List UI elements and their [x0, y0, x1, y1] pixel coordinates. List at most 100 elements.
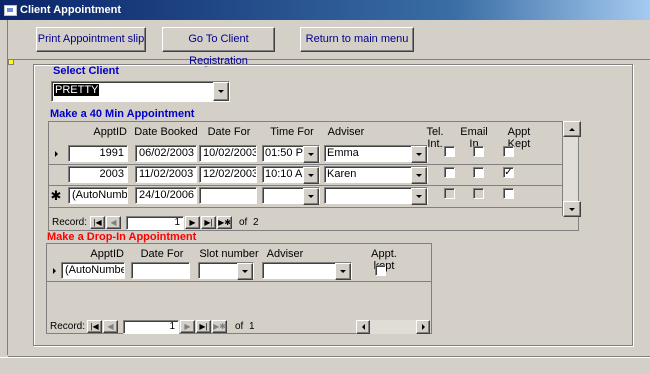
select-client-dropdown-button[interactable]	[213, 82, 229, 101]
select-client-label: Select Client	[53, 65, 120, 77]
new-record-button[interactable]: ▶✱	[217, 216, 232, 229]
first-record-button[interactable]: |◀	[90, 216, 105, 229]
appt40-header-apptid: ApptID	[93, 126, 127, 138]
scroll-up-button[interactable]	[563, 121, 581, 137]
appt40-vertical-scrollbar[interactable]	[562, 121, 581, 217]
row-divider	[49, 164, 562, 165]
next-record-button[interactable]: ▶	[180, 320, 195, 333]
arrow-up-icon	[569, 127, 575, 131]
print-appointment-slip-button[interactable]: Print Appointment slip	[36, 27, 146, 52]
appt40-header-adviser: Adviser	[327, 126, 365, 138]
table-row-date-for[interactable]	[199, 187, 257, 204]
dropin-title: Make a Drop-In Appointment	[47, 231, 197, 243]
window-title-bar: Client Appointment	[0, 0, 650, 20]
table-row-apptid[interactable]: 2003	[68, 166, 128, 183]
header-divider	[8, 59, 650, 60]
appt-kept-checkbox[interactable]	[503, 146, 514, 157]
dropin-record-number-value: 1	[169, 321, 175, 332]
dropin-adviser[interactable]	[262, 262, 352, 280]
dropin-header-slot-number: Slot number	[199, 248, 259, 260]
adviser-dropdown[interactable]	[411, 146, 427, 163]
time-for-dropdown[interactable]	[303, 188, 319, 205]
table-row-date-for[interactable]: 12/02/2003	[199, 166, 257, 183]
form-icon	[4, 5, 17, 16]
dropin-header-date-for: Date For	[140, 248, 184, 260]
table-row-apptid[interactable]: (AutoNumber)	[68, 187, 128, 204]
table-row-date-booked[interactable]: 24/10/2006	[135, 187, 197, 204]
dropin-slot-number[interactable]	[198, 262, 254, 280]
tel-int-checkbox[interactable]	[444, 146, 455, 157]
dropin-record-number[interactable]: 1	[123, 320, 179, 334]
adviser-value	[325, 188, 411, 203]
chevron-down-icon	[308, 195, 314, 198]
table-row-time-for[interactable]	[262, 187, 320, 205]
tel-int-checkbox[interactable]	[444, 167, 455, 178]
appt-kept-checkbox[interactable]: ✓	[503, 167, 514, 178]
select-client-value: PRETTY	[54, 84, 100, 96]
arrow-right-icon	[421, 324, 425, 330]
table-row-apptid[interactable]: 1991	[68, 145, 128, 162]
dropin-horizontal-scrollbar[interactable]	[356, 320, 430, 334]
table-row-date-booked[interactable]: 11/02/2003	[135, 166, 197, 183]
dropin-record-of: of	[235, 321, 244, 332]
time-for-value	[263, 188, 303, 203]
table-row-time-for[interactable]: 10:10 AM	[262, 166, 320, 184]
next-record-button[interactable]: ▶	[185, 216, 200, 229]
scroll-down-button[interactable]	[563, 201, 581, 217]
tel-int-checkbox[interactable]	[444, 188, 455, 199]
email-in-checkbox[interactable]	[473, 167, 484, 178]
last-record-button[interactable]: ▶|	[201, 216, 216, 229]
next-record-icon: ▶	[189, 218, 196, 227]
table-row-time-for[interactable]: 01:50 PM	[262, 145, 320, 163]
appt40-record-number-value: 1	[174, 217, 180, 228]
dropin-record-label: Record:	[50, 321, 86, 332]
chevron-down-icon	[416, 195, 422, 198]
next-record-icon: ▶	[184, 322, 191, 331]
chevron-down-icon	[218, 90, 224, 93]
current-record-icon[interactable]	[51, 145, 61, 162]
time-for-dropdown[interactable]	[303, 146, 319, 163]
slot-number-dropdown[interactable]	[237, 263, 253, 280]
adviser-dropdown[interactable]	[411, 167, 427, 184]
last-record-icon: ▶|	[204, 218, 213, 227]
appt40-record-total: 2	[253, 217, 259, 228]
window-title: Client Appointment	[20, 4, 122, 16]
dropin-record-total: 1	[249, 321, 255, 332]
time-for-value: 10:10 AM	[265, 168, 303, 180]
dropin-appt-kept-checkbox[interactable]	[375, 265, 386, 276]
go-to-client-registration-button[interactable]: Go To Client Registration	[162, 27, 275, 67]
table-row-date-booked[interactable]: 06/02/2003	[135, 145, 197, 162]
new-record-icon[interactable]: ✱	[51, 187, 62, 204]
dropin-adviser-value	[263, 263, 335, 278]
dropin-adviser-dropdown[interactable]	[335, 263, 351, 280]
dropin-current-record-icon[interactable]	[49, 262, 59, 279]
table-row-adviser[interactable]: Karen	[324, 166, 428, 184]
first-record-button[interactable]: |◀	[87, 320, 102, 333]
dropin-header-adviser: Adviser	[266, 248, 304, 260]
select-client-combo[interactable]: PRETTY	[51, 81, 230, 102]
dropin-date-for[interactable]	[131, 262, 190, 279]
appt-kept-checkbox[interactable]	[503, 188, 514, 199]
previous-record-button[interactable]: ◀	[106, 216, 121, 229]
row-divider	[49, 207, 562, 208]
dropin-header-apptid: ApptID	[90, 248, 124, 260]
scroll-left-button[interactable]	[356, 320, 370, 334]
table-row-adviser[interactable]	[324, 187, 428, 205]
row-divider	[47, 281, 431, 282]
scroll-right-button[interactable]	[416, 320, 430, 334]
new-record-button[interactable]: ▶✱	[212, 320, 227, 333]
record-selector-bar[interactable]	[0, 20, 8, 355]
previous-record-button[interactable]: ◀	[103, 320, 118, 333]
dropin-apptid[interactable]: (AutoNumber)	[61, 262, 125, 279]
return-to-main-menu-button[interactable]: Return to main menu	[300, 27, 414, 52]
email-in-checkbox[interactable]	[473, 188, 484, 199]
adviser-dropdown[interactable]	[411, 188, 427, 205]
last-record-button[interactable]: ▶|	[196, 320, 211, 333]
appt40-record-number[interactable]: 1	[126, 216, 184, 230]
time-for-dropdown[interactable]	[303, 167, 319, 184]
table-row-adviser[interactable]: Emma	[324, 145, 428, 163]
time-for-value: 01:50 PM	[265, 147, 303, 159]
adviser-value: Emma	[327, 147, 359, 159]
email-in-checkbox[interactable]	[473, 146, 484, 157]
table-row-date-for[interactable]: 10/02/2003	[199, 145, 257, 162]
